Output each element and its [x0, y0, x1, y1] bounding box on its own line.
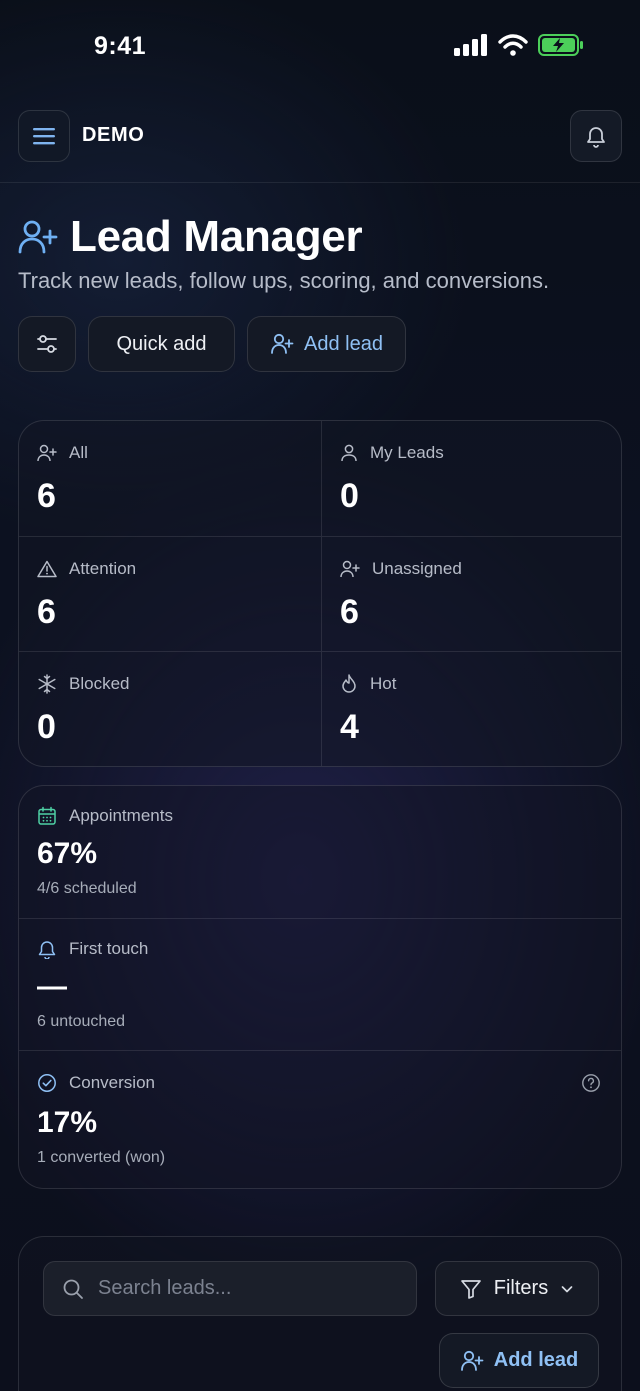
stat-value: 0 — [37, 708, 56, 746]
check-circle-icon — [37, 1073, 57, 1093]
stat-attention[interactable]: Attention 6 — [19, 536, 321, 651]
user-plus-icon — [37, 444, 57, 462]
notifications-button[interactable] — [570, 110, 622, 162]
metric-label: Conversion — [69, 1073, 155, 1092]
help-icon[interactable] — [581, 1073, 601, 1093]
filters-label: Filters — [493, 1277, 549, 1299]
search-field[interactable] — [43, 1261, 417, 1316]
stat-all[interactable]: All 6 — [19, 421, 321, 536]
search-panel: Filters Add lead — [18, 1236, 622, 1391]
stat-blocked[interactable]: Blocked 0 — [19, 651, 321, 766]
stat-label: Blocked — [69, 674, 130, 693]
settings-button[interactable] — [18, 316, 76, 372]
user-icon — [340, 444, 358, 462]
add-lead-button[interactable]: Add lead — [247, 316, 406, 372]
stat-value: 6 — [37, 593, 56, 631]
metric-conversion[interactable]: Conversion 17% 1 converted (won) — [19, 1050, 621, 1188]
add-lead-label: Add lead — [304, 332, 383, 355]
stat-value: 6 — [340, 593, 359, 631]
user-plus-icon — [270, 333, 294, 355]
metric-value: 17% — [37, 1106, 98, 1139]
stat-label: Hot — [370, 674, 397, 693]
metric-appointments[interactable]: Appointments 67% 4/6 scheduled — [19, 786, 621, 918]
top-nav: DEMO — [0, 96, 640, 183]
metric-label: Appointments — [69, 806, 173, 825]
stat-label: Attention — [69, 559, 137, 578]
stat-unassigned[interactable]: Unassigned 6 — [321, 536, 621, 651]
stat-hot[interactable]: Hot 4 — [321, 651, 621, 766]
page-title: Lead Manager — [70, 212, 363, 261]
user-plus-icon — [18, 219, 58, 255]
panel-add-lead-button[interactable]: Add lead — [439, 1333, 599, 1388]
stat-value: 0 — [340, 477, 359, 515]
filter-icon — [460, 1278, 482, 1300]
signal-icon — [454, 34, 488, 56]
status-bar: 9:41 — [0, 0, 640, 96]
metric-sub: 1 converted (won) — [37, 1149, 166, 1166]
stat-label: Unassigned — [372, 559, 462, 578]
metric-first-touch[interactable]: First touch — 6 untouched — [19, 918, 621, 1050]
filters-button[interactable]: Filters — [435, 1261, 599, 1316]
metric-value: — — [37, 970, 67, 1003]
status-time: 9:41 — [94, 32, 147, 60]
bell-icon — [585, 124, 607, 148]
stats-grid: All 6 My Leads 0 Attention 6 Unassigned … — [18, 420, 622, 767]
brand-name: DEMO — [82, 124, 145, 146]
user-plus-icon — [460, 1350, 484, 1372]
wifi-icon — [498, 34, 528, 56]
metric-sub: 4/6 scheduled — [37, 880, 137, 897]
bell-icon — [37, 939, 57, 959]
chevron-down-icon — [560, 1282, 574, 1296]
metric-value: 67% — [37, 837, 98, 870]
metric-label: First touch — [69, 939, 149, 958]
battery-icon — [538, 34, 584, 56]
page-header: Lead Manager Track new leads, follow ups… — [18, 212, 622, 294]
warning-icon — [37, 560, 57, 578]
calendar-icon — [37, 806, 57, 826]
action-bar: Quick add Add lead — [18, 316, 406, 372]
metrics-card: Appointments 67% 4/6 scheduled First tou… — [18, 785, 622, 1189]
search-input[interactable] — [98, 1277, 378, 1300]
stat-label: My Leads — [370, 443, 444, 462]
flame-icon — [340, 674, 358, 694]
search-icon — [62, 1278, 84, 1300]
quick-add-button[interactable]: Quick add — [88, 316, 235, 372]
metric-sub: 6 untouched — [37, 1013, 126, 1030]
page-subtitle: Track new leads, follow ups, scoring, an… — [18, 268, 550, 293]
stat-label: All — [69, 443, 88, 462]
sliders-icon — [36, 333, 58, 355]
hamburger-icon — [32, 126, 56, 146]
menu-button[interactable] — [18, 110, 70, 162]
user-plus-icon — [340, 560, 360, 578]
stat-value: 4 — [340, 708, 359, 746]
status-icons — [454, 34, 584, 56]
add-lead-label: Add lead — [493, 1349, 579, 1371]
stat-my-leads[interactable]: My Leads 0 — [321, 421, 621, 536]
stat-value: 6 — [37, 477, 56, 515]
snowflake-icon — [37, 674, 57, 694]
